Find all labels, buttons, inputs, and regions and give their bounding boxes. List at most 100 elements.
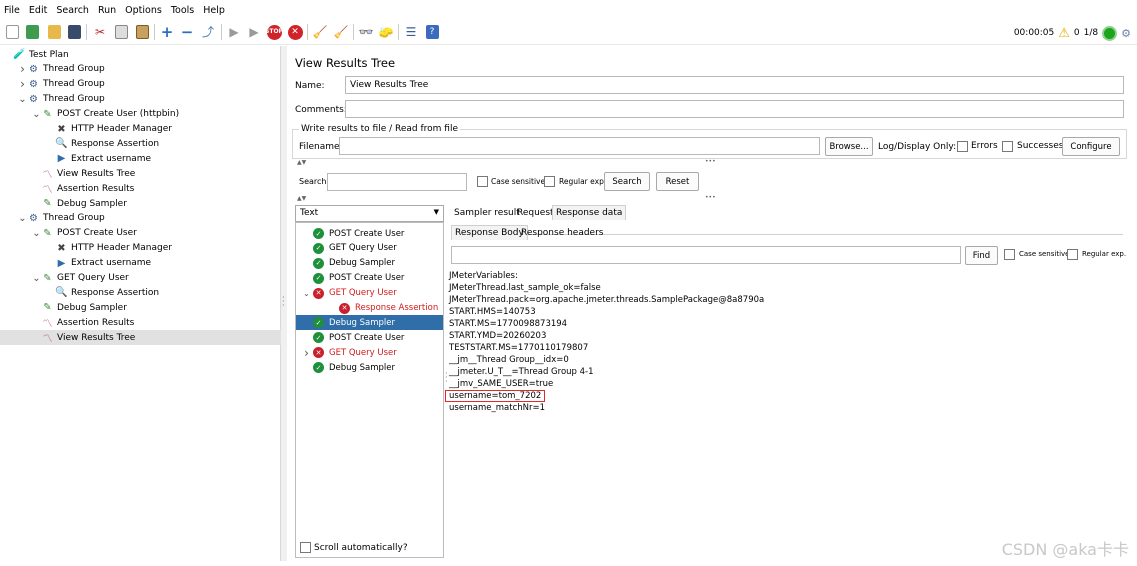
scroll-auto-checkbox[interactable]	[300, 542, 311, 553]
tree-node[interactable]: ▶ Extract username	[0, 256, 281, 271]
tree-node[interactable]: ⌄ ⚙ Thread Group	[0, 211, 281, 226]
search-icon[interactable]: 👓	[358, 24, 374, 40]
result-node[interactable]: ✓ Debug Sampler	[296, 256, 443, 271]
chevron-down-icon[interactable]: ⌄	[32, 109, 41, 120]
drag-grip-1[interactable]: •••	[705, 158, 716, 166]
remote-icon[interactable]: ⚙	[1121, 27, 1131, 40]
chevron-right-icon[interactable]: ›	[300, 346, 313, 360]
copy-icon[interactable]	[113, 24, 129, 40]
tab-response-headers[interactable]: Response headers	[518, 225, 606, 240]
collapse-icon[interactable]: −	[179, 24, 195, 40]
chevron-down-icon[interactable]: ⌄	[32, 228, 41, 239]
menu-help[interactable]: Help	[203, 5, 225, 16]
tab-request[interactable]: Request	[514, 205, 557, 220]
clear-icon[interactable]: 🧹	[312, 24, 328, 40]
case-sensitive-checkbox[interactable]	[477, 176, 488, 187]
menu-file[interactable]: File	[4, 5, 20, 16]
chevron-down-icon[interactable]: ⌄	[32, 273, 41, 284]
result-node[interactable]: › ✕ GET Query User	[296, 345, 443, 360]
filename-field[interactable]	[339, 137, 820, 155]
response-line: JMeterThread.last_sample_ok=false	[449, 283, 601, 293]
result-node[interactable]: ✓ POST Create User	[296, 271, 443, 286]
tree-node[interactable]: 〽 Assertion Results	[0, 315, 281, 331]
chevron-down-icon[interactable]: ⌄	[300, 289, 313, 298]
tree-node[interactable]: 🧪 Test Plan	[0, 47, 281, 62]
clear-all-icon[interactable]: 🧹	[333, 24, 349, 40]
tree-node[interactable]: 〽 View Results Tree	[0, 166, 281, 182]
tree-node[interactable]: 〽 Assertion Results	[0, 181, 281, 197]
open-icon[interactable]	[46, 24, 62, 40]
response-body[interactable]: JMeterVariables: JMeterThread.last_sample…	[445, 270, 969, 414]
tree-node[interactable]: ✎ Debug Sampler	[0, 196, 281, 211]
tree-node[interactable]: 🔍 Response Assertion	[0, 285, 281, 300]
search-field[interactable]	[327, 173, 467, 191]
tree-node[interactable]: ⌄ ✎ GET Query User	[0, 271, 281, 286]
new-icon[interactable]	[4, 24, 20, 40]
paste-icon[interactable]	[134, 24, 150, 40]
result-node[interactable]: ✓ Debug Sampler	[296, 315, 443, 331]
menu-edit[interactable]: Edit	[29, 5, 47, 16]
tab-sampler-result[interactable]: Sampler result	[451, 205, 523, 220]
collapse-arrows-2[interactable]: ▲▼	[297, 195, 306, 203]
tab-response-data[interactable]: Response data	[552, 205, 627, 220]
result-node[interactable]: ✓ GET Query User	[296, 241, 443, 256]
menu-options[interactable]: Options	[125, 5, 162, 16]
chevron-right-icon[interactable]: ›	[18, 62, 27, 76]
configure-button[interactable]: Configure	[1062, 137, 1120, 156]
tree-node[interactable]: › ⚙ Thread Group	[0, 62, 281, 77]
tree-node[interactable]: › ⚙ Thread Group	[0, 77, 281, 92]
cut-icon[interactable]: ✂	[92, 24, 108, 40]
name-field[interactable]: View Results Tree	[345, 76, 1124, 94]
collapse-arrows-1[interactable]: ▲▼	[297, 159, 306, 167]
success-shield-icon: ✓	[313, 272, 324, 284]
tree-node[interactable]: ⌄ ⚙ Thread Group	[0, 92, 281, 107]
comments-field[interactable]	[345, 100, 1124, 118]
regular-exp-checkbox[interactable]	[544, 176, 555, 187]
start-icon[interactable]: ▶	[226, 24, 242, 40]
successes-checkbox[interactable]	[1002, 141, 1013, 152]
chevron-down-icon[interactable]: ⌄	[18, 213, 27, 224]
stop-icon[interactable]: STOP	[265, 24, 283, 40]
tree-node[interactable]: 〽 View Results Tree	[0, 330, 281, 346]
templates-icon[interactable]	[24, 24, 40, 40]
result-node[interactable]: ✓ Debug Sampler	[296, 360, 443, 375]
expand-icon[interactable]: +	[159, 24, 175, 40]
find-field[interactable]	[451, 246, 961, 264]
start-no-pause-icon[interactable]: ▶	[246, 24, 262, 40]
tree-node[interactable]: ⌄ ✎ POST Create User	[0, 226, 281, 241]
toggle-icon[interactable]: ⤴	[200, 24, 216, 40]
drag-grip-3[interactable]: · · ·	[445, 370, 448, 386]
tree-node[interactable]: ✎ Debug Sampler	[0, 300, 281, 315]
tree-node[interactable]: ✖ HTTP Header Manager	[0, 241, 281, 256]
menu-tools[interactable]: Tools	[171, 5, 194, 16]
tree-node[interactable]: ▶ Extract username	[0, 151, 281, 166]
tree-node[interactable]: ✖ HTTP Header Manager	[0, 122, 281, 137]
shutdown-icon[interactable]: ✕	[287, 24, 303, 40]
reset-button[interactable]: Reset	[656, 172, 699, 191]
find-regular-exp-checkbox[interactable]	[1067, 249, 1078, 260]
menu-run[interactable]: Run	[98, 5, 116, 16]
tab-response-body[interactable]: Response Body	[451, 225, 528, 240]
warning-icon[interactable]: ⚠	[1058, 26, 1070, 41]
help-icon[interactable]: ?	[424, 24, 440, 40]
renderer-select[interactable]: Text ▼	[295, 205, 444, 222]
save-icon[interactable]	[66, 24, 82, 40]
function-helper-icon[interactable]: ☰	[403, 24, 419, 40]
result-node[interactable]: ⌄ ✕ GET Query User	[296, 286, 443, 301]
browse-button[interactable]: Browse...	[825, 137, 873, 156]
result-node[interactable]: ✓ POST Create User	[296, 330, 443, 345]
errors-checkbox[interactable]	[957, 141, 968, 152]
find-button[interactable]: Find	[965, 246, 998, 265]
drag-grip-2[interactable]: •••	[705, 194, 716, 202]
tree-node[interactable]: 🔍 Response Assertion	[0, 136, 281, 151]
reset-search-icon[interactable]: 🧽	[378, 24, 394, 40]
tree-node[interactable]: ⌄ ✎ POST Create User (httpbin)	[0, 107, 281, 122]
result-node[interactable]: ✕ Response Assertion	[296, 301, 443, 316]
success-shield-icon: ✓	[313, 362, 324, 374]
menu-search[interactable]: Search	[56, 5, 89, 16]
chevron-down-icon[interactable]: ⌄	[18, 94, 27, 105]
chevron-right-icon[interactable]: ›	[18, 77, 27, 91]
find-case-sensitive-checkbox[interactable]	[1004, 249, 1015, 260]
result-node[interactable]: ✓ POST Create User	[296, 226, 443, 241]
search-button[interactable]: Search	[604, 172, 650, 191]
